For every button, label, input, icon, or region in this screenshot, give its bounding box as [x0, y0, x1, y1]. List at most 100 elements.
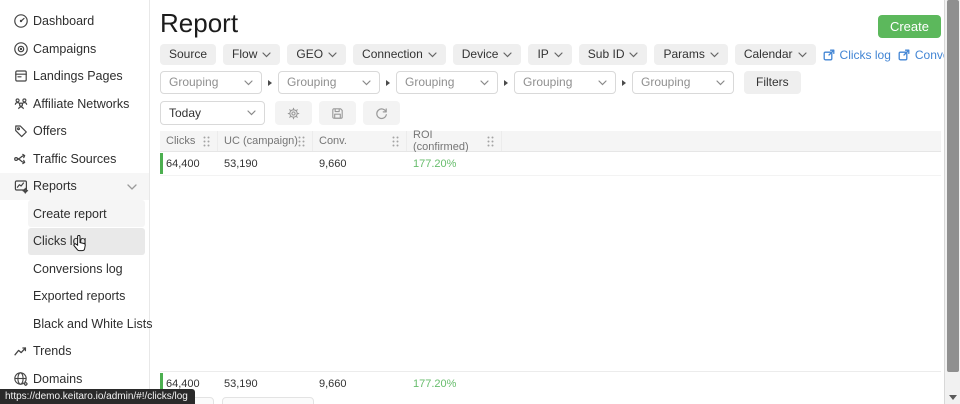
chevron-down-icon — [362, 80, 371, 86]
pagination-page-size-button[interactable] — [222, 397, 314, 404]
filter-chip-flow[interactable]: Flow — [223, 44, 280, 65]
chevron-down-icon — [247, 110, 256, 116]
date-range-select[interactable]: Today — [160, 101, 265, 125]
total-conv: 9,660 — [313, 378, 407, 390]
external-link-icon — [823, 49, 835, 61]
chip-label: Flow — [232, 44, 257, 65]
chevron-down-icon — [503, 52, 512, 58]
settings-button[interactable] — [275, 101, 312, 125]
cell-conv: 9,660 — [313, 158, 407, 170]
chip-label: Calendar — [744, 44, 793, 65]
sidebar: Dashboard Campaigns Landings Pages Affil… — [0, 0, 150, 404]
select-value: Grouping — [405, 72, 454, 93]
cell-uc-campaign: 53,190 — [218, 158, 313, 170]
column-header-empty — [502, 131, 941, 151]
column-header-clicks[interactable]: Clicks — [160, 131, 218, 151]
total-uc-campaign: 53,190 — [218, 378, 313, 390]
column-header-uc-campaign[interactable]: UC (campaign) — [218, 131, 313, 151]
sidebar-subitem-label: Black and White Lists — [33, 317, 153, 331]
column-header-roi-confirmed[interactable]: ROI (confirmed) — [407, 131, 502, 151]
toolbar-row: Today — [160, 101, 400, 125]
sidebar-subitem-label: Exported reports — [33, 289, 125, 303]
arrow-separator-icon — [268, 80, 272, 86]
clicks-log-link[interactable]: Clicks log — [823, 48, 891, 62]
refresh-button[interactable] — [363, 101, 400, 125]
scrollbar-thumb[interactable] — [947, 0, 959, 372]
sidebar-item-label: Offers — [33, 124, 67, 138]
filters-button[interactable]: Filters — [744, 71, 801, 94]
chevron-down-icon — [710, 52, 719, 58]
sidebar-item-landings-pages[interactable]: Landings Pages — [0, 63, 149, 90]
sidebar-item-dashboard[interactable]: Dashboard — [0, 8, 149, 35]
sidebar-subitem-conversions-log[interactable]: Conversions log — [28, 255, 145, 282]
select-value: Grouping — [169, 72, 218, 93]
sidebar-subitem-black-white-lists[interactable]: Black and White Lists — [28, 310, 145, 337]
filter-chip-source[interactable]: Source — [160, 44, 216, 65]
cell-clicks: 64,400 — [160, 158, 218, 170]
filter-chip-geo[interactable]: GEO — [287, 44, 346, 65]
sidebar-item-label: Traffic Sources — [33, 152, 116, 166]
save-report-button[interactable] — [319, 101, 356, 125]
chip-label: Source — [169, 44, 207, 65]
sidebar-item-affiliate-networks[interactable]: Affiliate Networks — [0, 90, 149, 117]
sidebar-subitem-label: Create report — [33, 207, 107, 221]
chevron-down-icon — [798, 52, 807, 58]
dashboard-icon — [13, 13, 29, 29]
drag-handle-icon[interactable] — [298, 136, 305, 147]
sidebar-item-domains[interactable]: Domains — [0, 365, 149, 392]
total-clicks: 64,400 — [160, 378, 218, 390]
filter-chip-connection[interactable]: Connection — [353, 44, 446, 65]
drag-handle-icon[interactable] — [203, 136, 210, 147]
sidebar-item-traffic-sources[interactable]: Traffic Sources — [0, 145, 149, 172]
arrow-separator-icon — [504, 80, 508, 86]
grouping-select-2[interactable]: Grouping — [278, 71, 380, 94]
chevron-down-icon — [328, 52, 337, 58]
sidebar-item-offers[interactable]: Offers — [0, 118, 149, 145]
sidebar-item-label: Campaigns — [33, 42, 96, 56]
table-header: Clicks UC (campaign) Conv. ROI (confirme… — [160, 131, 941, 152]
scrollbar-track[interactable] — [944, 0, 960, 404]
sidebar-subitem-exported-reports[interactable]: Exported reports — [28, 283, 145, 310]
campaigns-icon — [13, 41, 29, 57]
filter-chip-ip[interactable]: IP — [528, 44, 571, 65]
traffic-sources-icon — [13, 151, 29, 167]
grouping-select-5[interactable]: Grouping — [632, 71, 734, 94]
select-value: Grouping — [641, 72, 690, 93]
sidebar-item-reports[interactable]: Reports — [0, 173, 149, 200]
sidebar-item-trends[interactable]: Trends — [0, 338, 149, 365]
sidebar-subitem-label: Conversions log — [33, 262, 123, 276]
table-totals-row: 64,400 53,190 9,660 177.20% — [160, 371, 941, 395]
scrollbar-down-arrow-icon[interactable] — [949, 395, 957, 400]
chevron-down-icon — [554, 52, 563, 58]
drag-handle-icon[interactable] — [487, 136, 494, 147]
grouping-select-3[interactable]: Grouping — [396, 71, 498, 94]
column-header-conv[interactable]: Conv. — [313, 131, 407, 151]
sidebar-item-campaigns[interactable]: Campaigns — [0, 35, 149, 62]
chevron-down-icon — [716, 80, 725, 86]
sidebar-item-label: Affiliate Networks — [33, 97, 129, 111]
filter-chip-calendar[interactable]: Calendar — [735, 44, 816, 65]
create-button[interactable]: Create — [878, 15, 941, 38]
reports-icon — [13, 178, 29, 194]
grouping-select-1[interactable]: Grouping — [160, 71, 262, 94]
save-icon — [330, 106, 345, 121]
browser-status-bar: https://demo.keitaro.io/admin/#!/clicks/… — [0, 389, 195, 404]
filter-chip-subid[interactable]: Sub ID — [579, 44, 648, 65]
filter-chip-row: Source Flow GEO Connection Device IP Sub… — [160, 44, 960, 65]
cell-roi: 177.20% — [407, 158, 502, 170]
chevron-down-icon — [244, 80, 253, 86]
column-label: UC (campaign) — [224, 135, 298, 147]
grouping-select-4[interactable]: Grouping — [514, 71, 616, 94]
sidebar-item-label: Trends — [33, 344, 71, 358]
landings-pages-icon — [13, 68, 29, 84]
filter-chip-params[interactable]: Params — [654, 44, 727, 65]
chip-label: Sub ID — [588, 44, 625, 65]
chip-label: Device — [462, 44, 499, 65]
sidebar-item-label: Dashboard — [33, 14, 94, 28]
chevron-down-icon — [262, 52, 271, 58]
column-label: ROI (confirmed) — [413, 129, 487, 153]
sidebar-subitem-create-report[interactable]: Create report — [28, 200, 145, 227]
select-value: Grouping — [523, 72, 572, 93]
drag-handle-icon[interactable] — [392, 136, 399, 147]
filter-chip-device[interactable]: Device — [453, 44, 522, 65]
